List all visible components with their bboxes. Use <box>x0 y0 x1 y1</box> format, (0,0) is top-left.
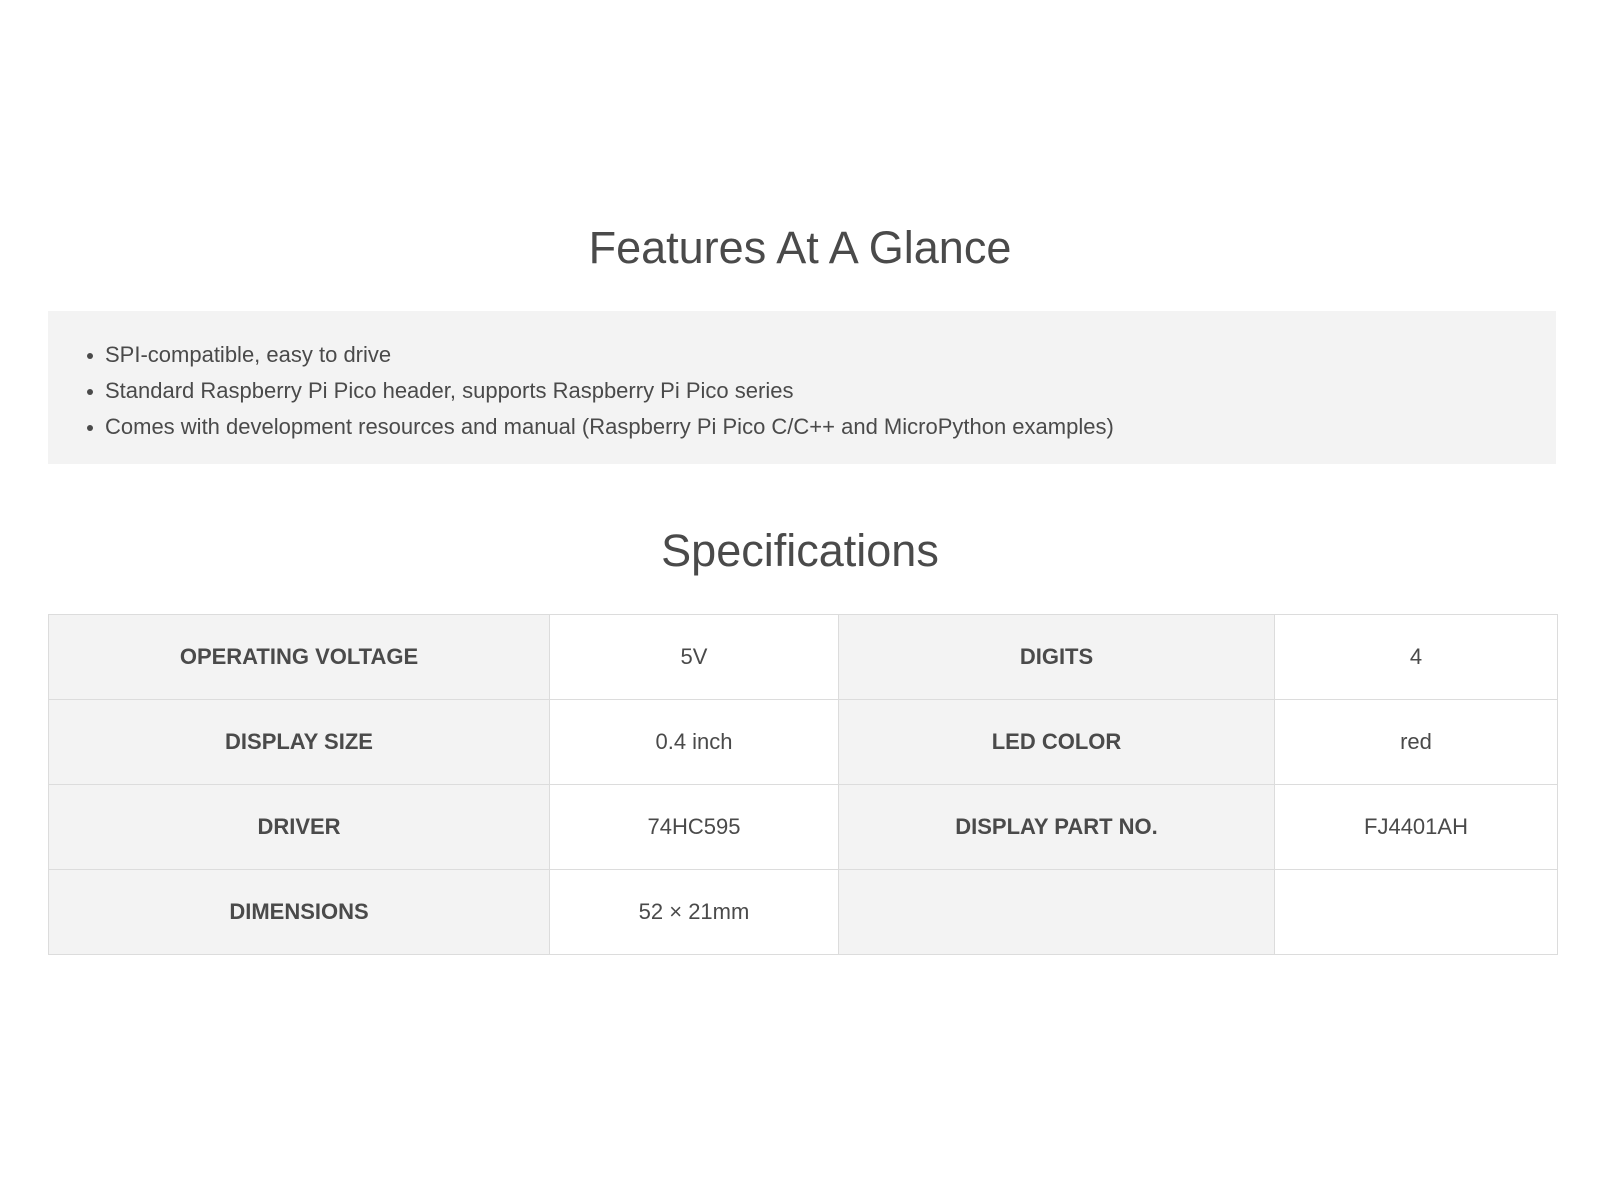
specifications-table: OPERATING VOLTAGE 5V DIGITS 4 DISPLAY SI… <box>48 614 1558 955</box>
spec-value-driver: 74HC595 <box>549 784 839 870</box>
spec-label-empty <box>838 869 1275 955</box>
table-row: OPERATING VOLTAGE 5V DIGITS 4 <box>48 614 1558 700</box>
feature-item: Standard Raspberry Pi Pico header, suppo… <box>87 373 1556 409</box>
features-title: Features At A Glance <box>588 222 1012 273</box>
spec-label-led-color: LED COLOR <box>838 699 1275 785</box>
table-row: DISPLAY SIZE 0.4 inch LED COLOR red <box>48 699 1558 785</box>
specifications-title: Specifications <box>661 525 939 576</box>
spec-value-empty <box>1274 869 1558 955</box>
features-panel: SPI-compatible, easy to drive Standard R… <box>48 311 1556 464</box>
spec-value-dimensions: 52 × 21mm <box>549 869 839 955</box>
feature-item: SPI-compatible, easy to drive <box>87 337 1556 373</box>
spec-value-display-part-no: FJ4401AH <box>1274 784 1558 870</box>
spec-value-display-size: 0.4 inch <box>549 699 839 785</box>
spec-label-operating-voltage: OPERATING VOLTAGE <box>48 614 550 700</box>
spec-label-driver: DRIVER <box>48 784 550 870</box>
table-row: DIMENSIONS 52 × 21mm <box>48 869 1558 955</box>
spec-label-digits: DIGITS <box>838 614 1275 700</box>
spec-label-display-size: DISPLAY SIZE <box>48 699 550 785</box>
spec-label-display-part-no: DISPLAY PART NO. <box>838 784 1275 870</box>
table-row: DRIVER 74HC595 DISPLAY PART NO. FJ4401AH <box>48 784 1558 870</box>
spec-value-led-color: red <box>1274 699 1558 785</box>
spec-label-dimensions: DIMENSIONS <box>48 869 550 955</box>
spec-value-digits: 4 <box>1274 614 1558 700</box>
features-list: SPI-compatible, easy to drive Standard R… <box>48 311 1556 445</box>
spec-value-operating-voltage: 5V <box>549 614 839 700</box>
feature-item: Comes with development resources and man… <box>87 409 1556 445</box>
